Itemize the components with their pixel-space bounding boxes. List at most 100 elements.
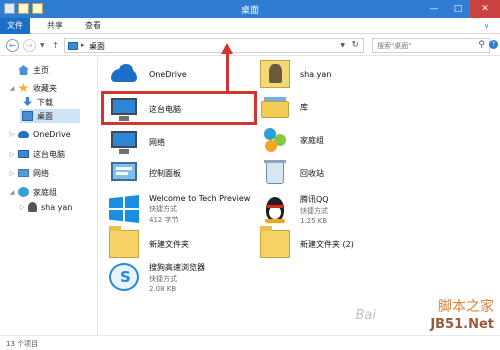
home-icon <box>18 65 29 75</box>
network-icon <box>18 169 29 177</box>
item-name: 腾讯QQ <box>300 194 329 204</box>
list-item[interactable]: Welcome to Tech Preview 快捷方式 412 字节 <box>109 194 250 224</box>
library-icon <box>260 93 290 121</box>
item-name: sha yan <box>300 69 332 79</box>
baidu-watermark: Bai <box>355 308 377 323</box>
item-name: 控制面板 <box>149 168 181 178</box>
desktop-location-icon <box>68 42 78 50</box>
sidebar-item-label: 下载 <box>37 97 53 107</box>
close-button[interactable]: ✕ <box>470 0 500 18</box>
sidebar-item-homegroup[interactable]: ◢ 家庭组 <box>8 185 57 199</box>
collapse-arrow-icon[interactable]: ◢ <box>8 189 16 196</box>
sidebar-item-onedrive[interactable]: ▷ OneDrive <box>8 127 71 141</box>
expand-arrow-icon[interactable]: ▷ <box>18 204 26 211</box>
expand-arrow-icon[interactable]: ▷ <box>8 170 16 177</box>
sidebar-item-label: 收藏夹 <box>33 83 57 93</box>
expand-ribbon-icon[interactable]: ∨ <box>484 22 492 30</box>
list-item[interactable]: 库 <box>260 92 308 122</box>
minimize-button[interactable]: — <box>422 0 446 18</box>
window-controls: — □ ✕ <box>422 0 500 18</box>
watermark-title: 脚本之家 <box>438 299 494 315</box>
item-name: Welcome to Tech Preview <box>149 193 251 203</box>
collapse-arrow-icon[interactable]: ◢ <box>8 85 16 92</box>
up-button[interactable]: ↑ <box>52 41 59 50</box>
item-name: 新建文件夹 (2) <box>300 239 354 249</box>
sidebar-item-label: sha yan <box>41 202 73 212</box>
sidebar-item-this-pc[interactable]: ▷ 这台电脑 <box>8 147 65 161</box>
address-row: ← → ▼ ↑ ▸ 桌面 ▼ ↻ ⚲ ? <box>0 34 500 56</box>
watermark: Bai 脚本之家 JB51.Net <box>356 296 495 332</box>
tab-view[interactable]: 查看 <box>78 18 108 34</box>
expand-arrow-icon[interactable]: ▷ <box>8 151 16 158</box>
item-name: 网络 <box>149 137 165 147</box>
sidebar-item-favorites[interactable]: ◢ 收藏夹 <box>8 81 57 95</box>
item-type: 快捷方式 <box>149 274 177 283</box>
sidebar-item-user[interactable]: ▷ sha yan <box>18 200 72 214</box>
sidebar-item-label: 家庭组 <box>33 187 57 197</box>
homegroup-icon <box>18 187 29 197</box>
folder-icon <box>109 226 139 258</box>
list-item[interactable]: 腾讯QQ 快捷方式 1.25 KB <box>260 194 329 225</box>
list-item[interactable]: OneDrive <box>109 59 187 89</box>
user-icon <box>28 202 37 212</box>
item-name: 家庭组 <box>300 135 324 145</box>
list-item[interactable]: 控制面板 <box>109 158 181 188</box>
item-name: 搜狗高速浏览器 <box>149 262 205 272</box>
list-item[interactable]: 家庭组 <box>260 125 324 155</box>
list-item[interactable]: 新建文件夹 (2) <box>260 226 354 259</box>
address-bar[interactable]: ▸ 桌面 ▼ ↻ <box>64 38 364 53</box>
sidebar-item-desktop[interactable]: 桌面 <box>20 109 80 123</box>
recycle-bin-icon <box>260 159 290 187</box>
download-folder-icon <box>23 97 32 106</box>
sidebar-item-downloads[interactable]: 下载 <box>20 95 53 109</box>
computer-icon <box>18 150 29 158</box>
recent-locations-icon[interactable]: ▼ <box>40 42 45 49</box>
expand-arrow-icon[interactable]: ▷ <box>8 131 16 138</box>
list-item[interactable]: S 搜狗高速浏览器 快捷方式 2.08 KB <box>109 262 205 293</box>
star-icon <box>18 83 29 93</box>
forward-button[interactable]: → <box>23 39 36 52</box>
search-input[interactable] <box>377 40 473 51</box>
sidebar-item-network[interactable]: ▷ 网络 <box>8 166 49 180</box>
sidebar-item-label: 桌面 <box>37 111 53 121</box>
refresh-icon[interactable]: ↻ <box>351 40 359 50</box>
title-bar: 桌面 — □ ✕ <box>0 0 500 18</box>
list-item[interactable]: sha yan <box>260 59 331 89</box>
address-dropdown-icon[interactable]: ▼ <box>340 42 345 49</box>
highlight-box <box>101 91 257 125</box>
search-box[interactable]: ⚲ <box>372 38 490 53</box>
breadcrumb[interactable]: 桌面 <box>89 41 105 52</box>
back-button[interactable]: ← <box>6 39 19 52</box>
item-size: 412 字节 <box>149 215 179 224</box>
sidebar-item-home[interactable]: 主页 <box>8 63 49 77</box>
item-name: 库 <box>300 102 308 112</box>
list-item[interactable]: 网络 <box>109 127 165 157</box>
list-item[interactable]: 回收站 <box>260 158 324 188</box>
item-name: 新建文件夹 <box>149 239 189 249</box>
tab-share[interactable]: 共享 <box>40 18 70 34</box>
item-size: 1.25 KB <box>300 216 328 225</box>
ribbon-tabs: 文件 共享 查看 ∨ <box>0 18 500 34</box>
item-name: 回收站 <box>300 168 324 178</box>
maximize-button[interactable]: □ <box>446 0 470 18</box>
navigation-pane: 主页 ◢ 收藏夹 下载 桌面 ▷ OneDrive ▷ 这台电脑 ▷ 网络 ◢ … <box>0 57 98 335</box>
help-icon[interactable]: ? <box>489 40 498 49</box>
status-bar: 13 个项目 <box>0 335 500 350</box>
onedrive-icon <box>18 130 29 138</box>
annotation-arrow-head <box>221 43 233 54</box>
homegroup-icon <box>260 126 290 154</box>
breadcrumb-separator-icon[interactable]: ▸ <box>81 41 85 49</box>
windows-logo-icon <box>109 195 139 223</box>
watermark-site: JB51.Net <box>430 317 494 332</box>
folder-icon <box>260 226 290 258</box>
tab-file[interactable]: 文件 <box>0 18 30 34</box>
sidebar-item-label: OneDrive <box>33 129 71 139</box>
list-item[interactable]: 新建文件夹 <box>109 226 189 259</box>
item-name: OneDrive <box>149 69 187 79</box>
control-panel-icon <box>109 159 139 187</box>
item-type: 快捷方式 <box>149 204 177 213</box>
onedrive-icon <box>109 60 139 88</box>
annotation-arrow <box>226 52 229 91</box>
item-type: 快捷方式 <box>300 206 328 215</box>
search-icon[interactable]: ⚲ <box>478 40 485 50</box>
